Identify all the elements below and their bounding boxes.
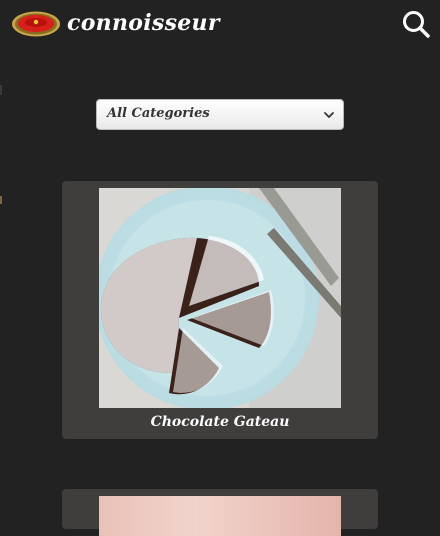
brand-name[interactable]: connoisseur: [67, 9, 220, 37]
logo-icon[interactable]: [11, 10, 61, 38]
search-icon[interactable]: [400, 8, 432, 40]
recipe-title[interactable]: Chocolate Gateau: [62, 413, 378, 431]
edge-decoration: [0, 85, 2, 95]
recipe-image[interactable]: [99, 496, 341, 536]
recipe-image[interactable]: [99, 188, 341, 408]
search-button[interactable]: [400, 8, 432, 40]
recipe-card[interactable]: [62, 489, 378, 536]
edge-decoration: [0, 196, 2, 204]
recipe-card[interactable]: Chocolate Gateau: [62, 181, 378, 439]
chevron-down-icon: [324, 112, 334, 118]
category-select[interactable]: All Categories: [96, 99, 344, 130]
category-select-value: All Categories: [107, 106, 210, 121]
app-header: connoisseur: [0, 0, 440, 50]
